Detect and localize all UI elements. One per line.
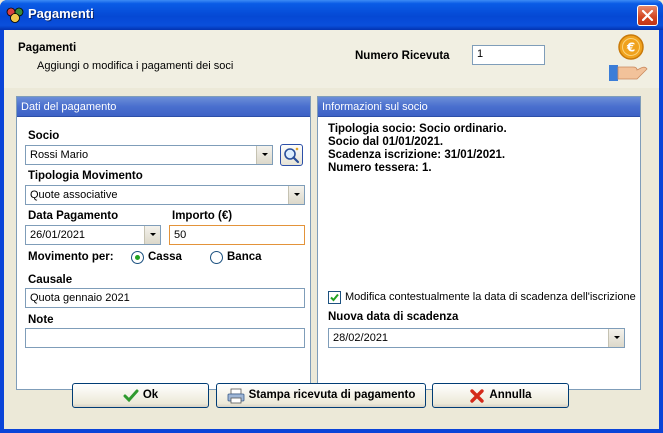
cancel-x-icon bbox=[470, 388, 485, 403]
causale-input[interactable]: Quota gennaio 2021 bbox=[25, 288, 305, 308]
pagamenti-window: Pagamenti Pagamenti Aggiungi o modifica … bbox=[0, 0, 663, 433]
chevron-down-icon[interactable] bbox=[288, 186, 304, 204]
note-label: Note bbox=[28, 314, 54, 326]
printer-icon bbox=[227, 388, 244, 403]
window-title: Pagamenti bbox=[28, 6, 94, 21]
checkmark-icon bbox=[123, 389, 139, 402]
close-icon bbox=[641, 9, 654, 22]
info-line-tipologia: Tipologia socio: Socio ordinario. bbox=[328, 123, 507, 135]
importo-label: Importo (€) bbox=[172, 210, 233, 222]
tipologia-label: Tipologia Movimento bbox=[28, 170, 143, 182]
radio-cassa-label[interactable]: Cassa bbox=[148, 251, 182, 263]
nuova-data-picker[interactable]: 28/02/2021 bbox=[328, 328, 625, 348]
title-bar[interactable]: Pagamenti bbox=[0, 0, 663, 30]
importo-input[interactable]: 50 bbox=[169, 225, 305, 245]
stampa-ricevuta-button[interactable]: Stampa ricevuta di pagamento bbox=[216, 383, 426, 408]
radio-cassa[interactable] bbox=[131, 251, 144, 264]
numero-ricevuta-label: Numero Ricevuta bbox=[355, 50, 450, 62]
movimento-label: Movimento per: bbox=[28, 251, 114, 263]
ok-label: Ok bbox=[142, 389, 159, 401]
dati-pagamento-group: Dati del pagamento Socio Rossi Mario Tip… bbox=[16, 96, 311, 390]
socio-select[interactable]: Rossi Mario bbox=[25, 145, 273, 165]
data-pagamento-label: Data Pagamento bbox=[28, 210, 119, 222]
close-button[interactable] bbox=[637, 5, 658, 26]
chevron-down-icon[interactable] bbox=[144, 226, 160, 244]
dialog-body: Pagamenti Aggiungi o modifica i pagament… bbox=[4, 30, 659, 429]
header-subtitle: Aggiungi o modifica i pagamenti dei soci bbox=[37, 60, 234, 72]
radio-banca[interactable] bbox=[210, 251, 223, 264]
info-line-tessera: Numero tessera: 1. bbox=[328, 162, 432, 174]
search-socio-button[interactable] bbox=[280, 144, 303, 166]
dati-pagamento-header: Dati del pagamento bbox=[17, 97, 310, 117]
numero-ricevuta-input[interactable]: 1 bbox=[472, 45, 545, 65]
checkmark-icon bbox=[330, 293, 339, 302]
info-line-scadenza: Scadenza iscrizione: 31/01/2021. bbox=[328, 149, 506, 161]
nuova-data-label: Nuova data di scadenza bbox=[328, 311, 459, 323]
data-pagamento-picker[interactable]: 26/01/2021 bbox=[25, 225, 161, 245]
data-pagamento-value: 26/01/2021 bbox=[30, 229, 86, 241]
info-socio-group: Informazioni sul socio Tipologia socio: … bbox=[317, 96, 641, 390]
info-socio-header: Informazioni sul socio bbox=[318, 97, 640, 117]
dialog-header: Pagamenti Aggiungi o modifica i pagament… bbox=[4, 30, 659, 88]
ok-button[interactable]: Ok bbox=[72, 383, 209, 408]
annulla-label: Annulla bbox=[489, 389, 532, 401]
annulla-button[interactable]: Annulla bbox=[432, 383, 569, 408]
nuova-data-value: 28/02/2021 bbox=[333, 332, 389, 344]
tipologia-value: Quote associative bbox=[30, 189, 118, 201]
tipologia-select[interactable]: Quote associative bbox=[25, 185, 305, 205]
chevron-down-icon[interactable] bbox=[256, 146, 272, 164]
svg-text:€: € bbox=[626, 41, 635, 55]
modifica-scadenza-checkbox[interactable] bbox=[328, 291, 341, 304]
magnifier-icon bbox=[284, 147, 300, 164]
info-line-socio-dal: Socio dal 01/01/2021. bbox=[328, 136, 444, 148]
socio-value: Rossi Mario bbox=[30, 149, 89, 161]
radio-banca-label[interactable]: Banca bbox=[227, 251, 262, 263]
modifica-scadenza-label[interactable]: Modifica contestualmente la data di scad… bbox=[345, 291, 636, 303]
header-title: Pagamenti bbox=[18, 42, 77, 54]
chevron-down-icon[interactable] bbox=[608, 329, 624, 347]
app-icon bbox=[6, 7, 24, 23]
note-input[interactable] bbox=[25, 328, 305, 348]
coin-hand-icon: € bbox=[609, 34, 648, 81]
causale-label: Causale bbox=[28, 274, 73, 286]
socio-label: Socio bbox=[28, 130, 60, 142]
stampa-label: Stampa ricevuta di pagamento bbox=[248, 389, 416, 401]
